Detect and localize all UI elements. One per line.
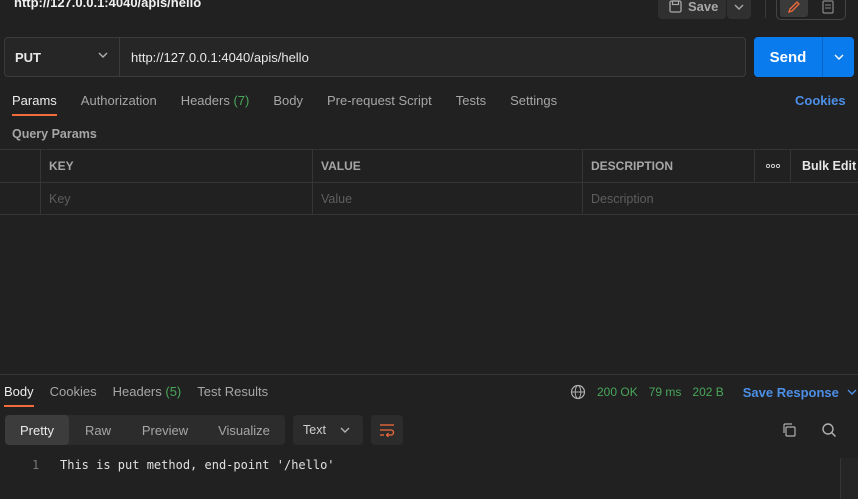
wrap-lines-button[interactable] [371,415,403,445]
table-header-row: KEY VALUE DESCRIPTION Bulk Edit [0,149,858,182]
scrollbar[interactable] [840,458,858,499]
key-input[interactable]: Key [40,183,312,215]
save-icon [669,0,682,13]
value-header: VALUE [321,159,361,173]
code-line: This is put method, end-point '/hello' [60,458,335,472]
copy-icon[interactable] [781,422,797,438]
response-tab-cookies[interactable]: Cookies [50,384,97,399]
description-input[interactable]: Description [582,183,858,215]
column-header-key: KEY [40,150,312,182]
globe-icon[interactable] [570,384,586,400]
divider [765,0,766,18]
cookies-link[interactable]: Cookies [795,93,846,108]
send-button-group: Send [754,37,854,77]
tab-tests[interactable]: Tests [456,93,486,115]
column-header-description: DESCRIPTION [582,150,754,182]
table-row: Key Value Description [0,182,858,215]
tab-pre-request-script[interactable]: Pre-request Script [327,93,432,115]
view-label: Raw [84,422,111,438]
chevron-down-icon [847,389,857,395]
tab-label: Authorization [80,93,157,108]
method-select[interactable]: PUT [5,38,120,76]
bulk-edit-label: Bulk Edit [802,159,857,173]
tab-params[interactable]: Params [12,93,57,116]
view-visualize[interactable]: Visualize [203,415,285,445]
bulk-edit-button[interactable]: Bulk Edit [790,150,858,182]
request-title[interactable]: http://127.0.0.1:4040/apis/hello [14,0,201,10]
tab-label: Test Results [197,384,269,399]
response-status: 200 OK 79 ms 202 B Save Response [570,384,857,400]
chevron-down-icon [340,427,350,433]
method-label: PUT [15,49,41,65]
view-pretty[interactable]: Pretty [5,415,69,445]
save-options-button[interactable] [727,0,751,19]
body-type-select[interactable]: Text [293,415,363,445]
tab-settings[interactable]: Settings [510,93,557,115]
chevron-down-icon [98,52,108,58]
chevron-down-icon [734,4,744,10]
tab-label: Body [273,93,303,108]
view-label: Preview [141,422,189,438]
body-view-tabs: Pretty Raw Preview Visualize [5,415,285,445]
more-dots-icon [765,164,780,168]
more-options-button[interactable] [754,150,790,182]
response-tab-test-results[interactable]: Test Results [197,384,268,399]
send-button[interactable]: Send [754,37,822,77]
search-icon[interactable] [821,422,837,438]
chevron-down-icon [834,54,843,60]
body-type-label: Text [303,423,326,437]
line-number: 1 [32,458,40,472]
headers-count-badge: (5) [165,384,182,399]
tab-body[interactable]: Body [273,93,303,115]
response-header: Body Cookies Headers (5) Test Results 20… [0,374,858,407]
tab-authorization[interactable]: Authorization [81,93,157,115]
tab-label: Body [4,384,34,399]
pencil-icon [787,1,800,14]
url-input[interactable]: http://127.0.0.1:4040/apis/hello [131,38,731,76]
save-button[interactable]: Save [658,0,726,19]
view-mode-toggle [776,0,846,20]
tab-label: Cookies [49,384,97,399]
url-bar: PUT http://127.0.0.1:4040/apis/hello [4,37,746,77]
save-label: Save [688,0,719,14]
headers-count-badge: (7) [233,93,250,108]
query-params-title: Query Params [12,127,97,141]
view-label: Pretty [20,422,54,438]
value-placeholder: Value [321,192,353,206]
wrap-lines-icon [380,424,395,437]
tab-label: Tests [455,93,487,108]
document-icon [822,0,834,14]
tab-label: Pre-request Script [326,93,432,108]
view-raw[interactable]: Raw [69,415,127,445]
response-tab-body[interactable]: Body [4,384,34,407]
tab-label: Headers [112,384,162,399]
value-input[interactable]: Value [312,183,582,215]
response-tabs: Body Cookies Headers (5) Test Results [4,384,284,407]
tab-label: Params [12,93,57,108]
key-placeholder: Key [49,192,71,206]
response-tab-headers[interactable]: Headers (5) [113,384,182,399]
view-preview[interactable]: Preview [127,415,203,445]
request-tabs: Params Authorization Headers (7) Body Pr… [12,93,581,116]
tab-headers[interactable]: Headers (7) [181,93,250,115]
documentation-button[interactable] [814,0,842,17]
query-params-table: KEY VALUE DESCRIPTION Bulk Edit Key Valu… [0,149,858,215]
save-response-button[interactable]: Save Response [743,385,857,400]
description-header: DESCRIPTION [591,159,674,173]
column-header-value: VALUE [312,150,582,182]
key-header: KEY [49,159,74,173]
tab-label: Headers [180,93,230,108]
response-time[interactable]: 79 ms [649,385,682,399]
status-code[interactable]: 200 OK [597,385,638,399]
description-placeholder: Description [591,192,654,206]
response-size[interactable]: 202 B [692,385,723,399]
request-header: http://127.0.0.1:4040/apis/hello Save [0,0,858,28]
send-options-button[interactable] [823,37,854,77]
edit-mode-button[interactable] [780,0,808,17]
view-label: Visualize [218,422,270,438]
save-response-label: Save Response [742,384,839,400]
tab-label: Settings [510,93,558,108]
